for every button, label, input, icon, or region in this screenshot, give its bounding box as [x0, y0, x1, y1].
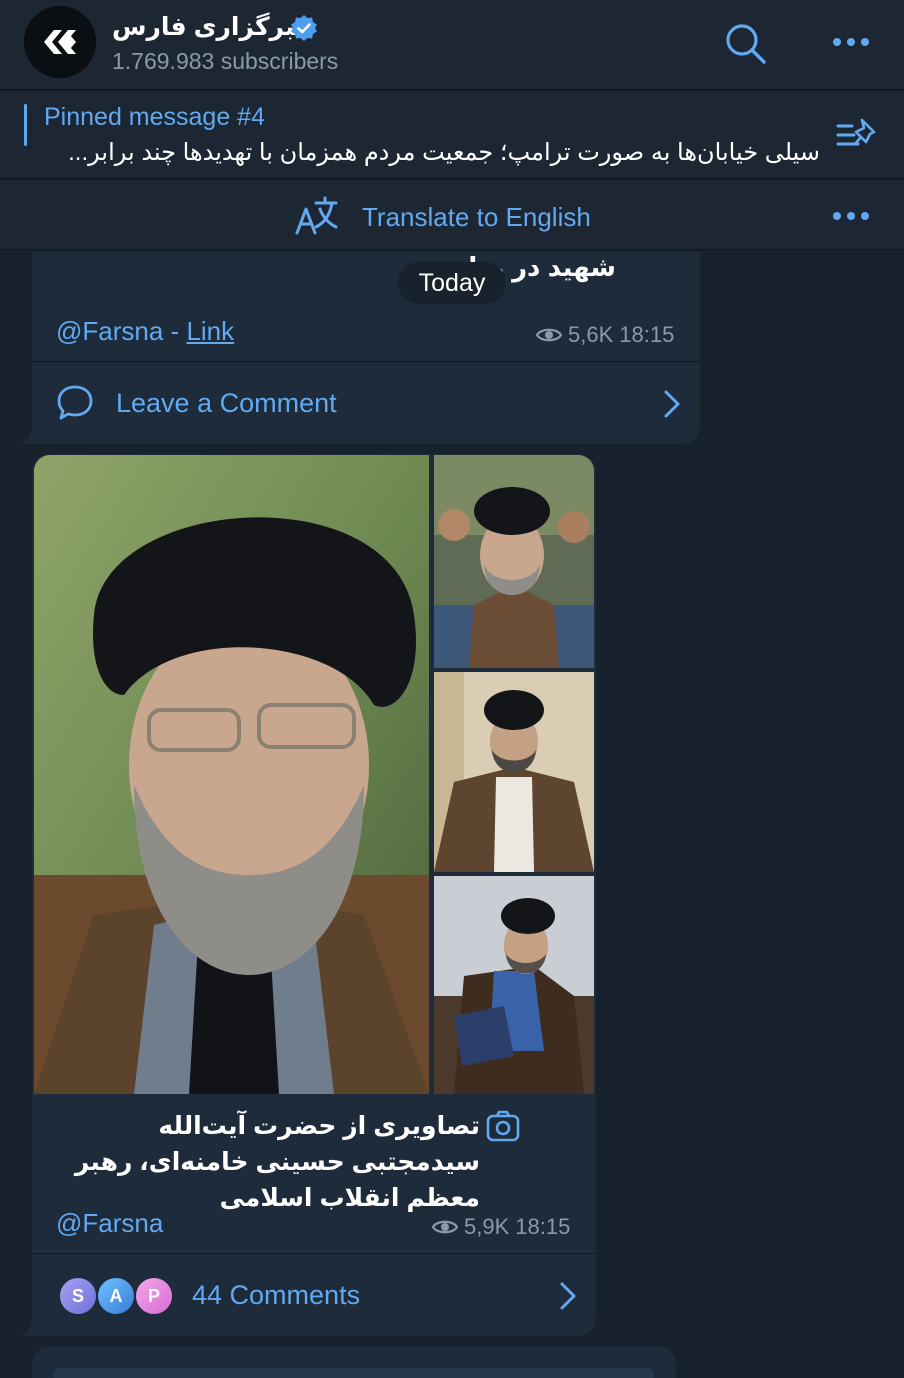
commenter-avatar: P	[134, 1276, 174, 1316]
crowd-photo-image	[434, 455, 594, 668]
translate-button[interactable]: Translate to English	[362, 202, 591, 233]
reading-photo-image	[434, 876, 594, 1094]
more-icon[interactable]	[828, 28, 874, 56]
portrait-photo-image	[434, 672, 594, 872]
album-photo[interactable]	[434, 876, 594, 1094]
message-caption: تصاویری از حضرت آیت‌الله سیدمجتبی حسینی …	[74, 1112, 480, 1212]
author-link[interactable]: @Farsna	[56, 1208, 163, 1239]
pinned-title: Pinned message #4	[44, 103, 265, 131]
divider	[32, 1253, 596, 1254]
signature-separator: -	[163, 316, 187, 346]
message-time: 18:15	[619, 322, 675, 347]
message-signature: @Farsna - Link	[56, 316, 234, 347]
eye-icon	[432, 1220, 458, 1234]
translate-icon[interactable]	[294, 195, 338, 237]
pin-list-icon[interactable]	[834, 114, 880, 154]
more-icon[interactable]	[828, 202, 874, 230]
reply-preview	[54, 1368, 654, 1378]
subscriber-count: 1.769.983 subscribers	[112, 48, 339, 74]
portrait-image	[34, 455, 429, 1094]
chevron-right-icon[interactable]	[660, 388, 684, 420]
message-meta: 5,6K 18:15	[536, 322, 674, 348]
eye-icon	[536, 328, 562, 342]
view-count: 5,9K	[464, 1214, 510, 1239]
message-time: 18:15	[515, 1214, 571, 1239]
commenter-avatar: A	[96, 1276, 136, 1316]
bubble-tail	[18, 422, 48, 444]
leave-comment-button[interactable]: Leave a Comment	[116, 388, 337, 419]
divider	[32, 361, 700, 362]
search-icon[interactable]	[722, 20, 768, 66]
author-link[interactable]: @Farsna	[56, 316, 163, 346]
chevron-right-icon[interactable]	[556, 1280, 580, 1312]
comment-icon[interactable]	[56, 384, 94, 422]
comments-button[interactable]: 44 Comments	[192, 1280, 360, 1311]
album-photo[interactable]	[434, 455, 594, 668]
commenter-avatar: S	[58, 1276, 98, 1316]
bubble-tail	[18, 1314, 48, 1336]
message-meta: 5,9K 18:15	[432, 1214, 570, 1240]
pinned-text: سیلی خیابان‌ها به صورت ترامپ؛ جمعیت مردم…	[68, 139, 820, 166]
pinned-indicator	[24, 104, 27, 146]
album-photo[interactable]	[434, 672, 594, 872]
album-photo-main[interactable]	[34, 455, 429, 1094]
channel-avatar[interactable]	[24, 6, 96, 78]
link-anchor[interactable]: Link	[186, 316, 234, 346]
date-chip: Today	[398, 262, 506, 304]
camera-icon	[486, 1110, 520, 1142]
verified-icon	[291, 15, 317, 41]
logo-icon	[24, 6, 96, 78]
view-count: 5,6K	[568, 322, 614, 347]
channel-name[interactable]: خبرگزاری فارس	[112, 12, 313, 42]
